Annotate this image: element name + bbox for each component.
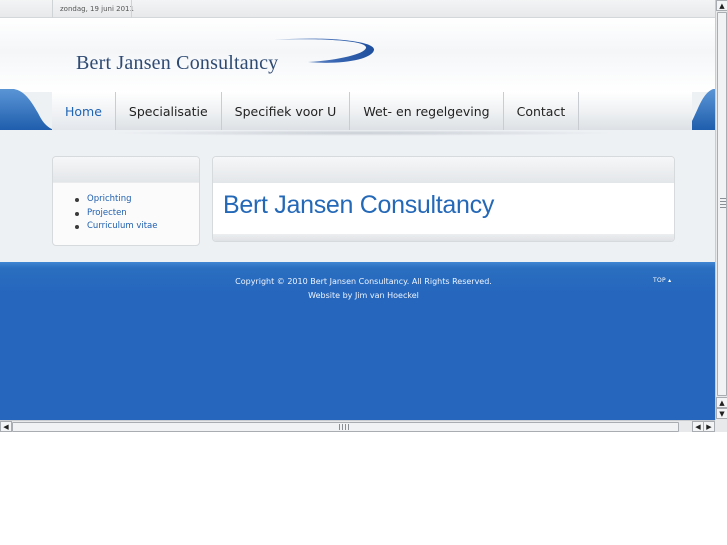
- scroll-grip-icon: [339, 424, 351, 430]
- site-footer: Copyright © 2010 Bert Jansen Consultancy…: [0, 262, 715, 420]
- logo-swoosh-icon: [274, 38, 375, 63]
- date-bar: zondag, 19 juni 2011: [0, 0, 715, 18]
- main-panel-header: [213, 157, 674, 183]
- page-title: Bert Jansen Consultancy: [223, 191, 495, 219]
- nav-item-specialisatie[interactable]: Specialisatie: [116, 92, 222, 130]
- date-bar-divider: [131, 0, 132, 18]
- site-logo[interactable]: Bert Jansen Consultancy: [76, 52, 278, 75]
- scroll-down-icon[interactable]: ▼: [716, 408, 727, 419]
- sidebar-link-curriculum-vitae[interactable]: Curriculum vitae: [75, 220, 199, 234]
- nav-item-label: Contact: [516, 103, 566, 119]
- date-bar-divider: [52, 0, 53, 18]
- sidebar-header: [53, 157, 199, 183]
- nav-item-home[interactable]: Home: [52, 92, 116, 130]
- nav-item-label: Specialisatie: [128, 103, 208, 119]
- nav-item-wet-en-regelgeving[interactable]: Wet- en regelgeving: [350, 92, 504, 130]
- logo-area: Bert Jansen Consultancy: [0, 18, 715, 92]
- scroll-grip-icon: [720, 198, 726, 208]
- horizontal-scrollbar[interactable]: ◀ ◀ ▶: [0, 420, 715, 432]
- sidebar-link-projecten[interactable]: Projecten: [75, 207, 199, 221]
- current-date: zondag, 19 juni 2011: [60, 5, 134, 13]
- credit-text: Website by Jim van Hoeckel: [308, 291, 419, 300]
- vertical-scrollbar[interactable]: ▲ ▲ ▼: [715, 0, 727, 420]
- main-navigation: Home Specialisatie Specifiek voor U Wet-…: [0, 89, 715, 139]
- scrollbar-corner: [715, 420, 727, 432]
- back-to-top-link[interactable]: TOP ▴: [653, 277, 671, 284]
- nav-bar: Home Specialisatie Specifiek voor U Wet-…: [52, 92, 692, 130]
- sidebar-link-oprichting[interactable]: Oprichting: [75, 193, 199, 207]
- vertical-scroll-thumb[interactable]: [717, 12, 727, 396]
- main-panel-footer: [213, 234, 674, 241]
- sidebar-list: Oprichting Projecten Curriculum vitae: [53, 183, 199, 234]
- nav-item-label: Home: [65, 103, 102, 119]
- scroll-up-icon[interactable]: ▲: [716, 0, 727, 11]
- nav-item-label: Wet- en regelgeving: [363, 103, 490, 119]
- page-viewport: zondag, 19 juni 2011 Bert Jansen Consult…: [0, 0, 715, 420]
- main-content-panel: Bert Jansen Consultancy: [212, 156, 675, 242]
- scroll-up-icon[interactable]: ▲: [716, 397, 727, 408]
- scroll-right-icon[interactable]: ▶: [703, 421, 715, 432]
- sidebar-menu: Oprichting Projecten Curriculum vitae: [52, 156, 200, 246]
- nav-item-specifiek-voor-u[interactable]: Specifiek voor U: [222, 92, 351, 130]
- nav-item-contact[interactable]: Contact: [504, 92, 580, 130]
- horizontal-scroll-thumb[interactable]: [12, 422, 679, 432]
- nav-item-label: Specifiek voor U: [234, 103, 337, 119]
- scroll-left-icon[interactable]: ◀: [0, 421, 12, 432]
- copyright-text: Copyright © 2010 Bert Jansen Consultancy…: [235, 277, 492, 286]
- nav-left-decoration: [0, 89, 54, 130]
- nav-shadow: [105, 130, 620, 136]
